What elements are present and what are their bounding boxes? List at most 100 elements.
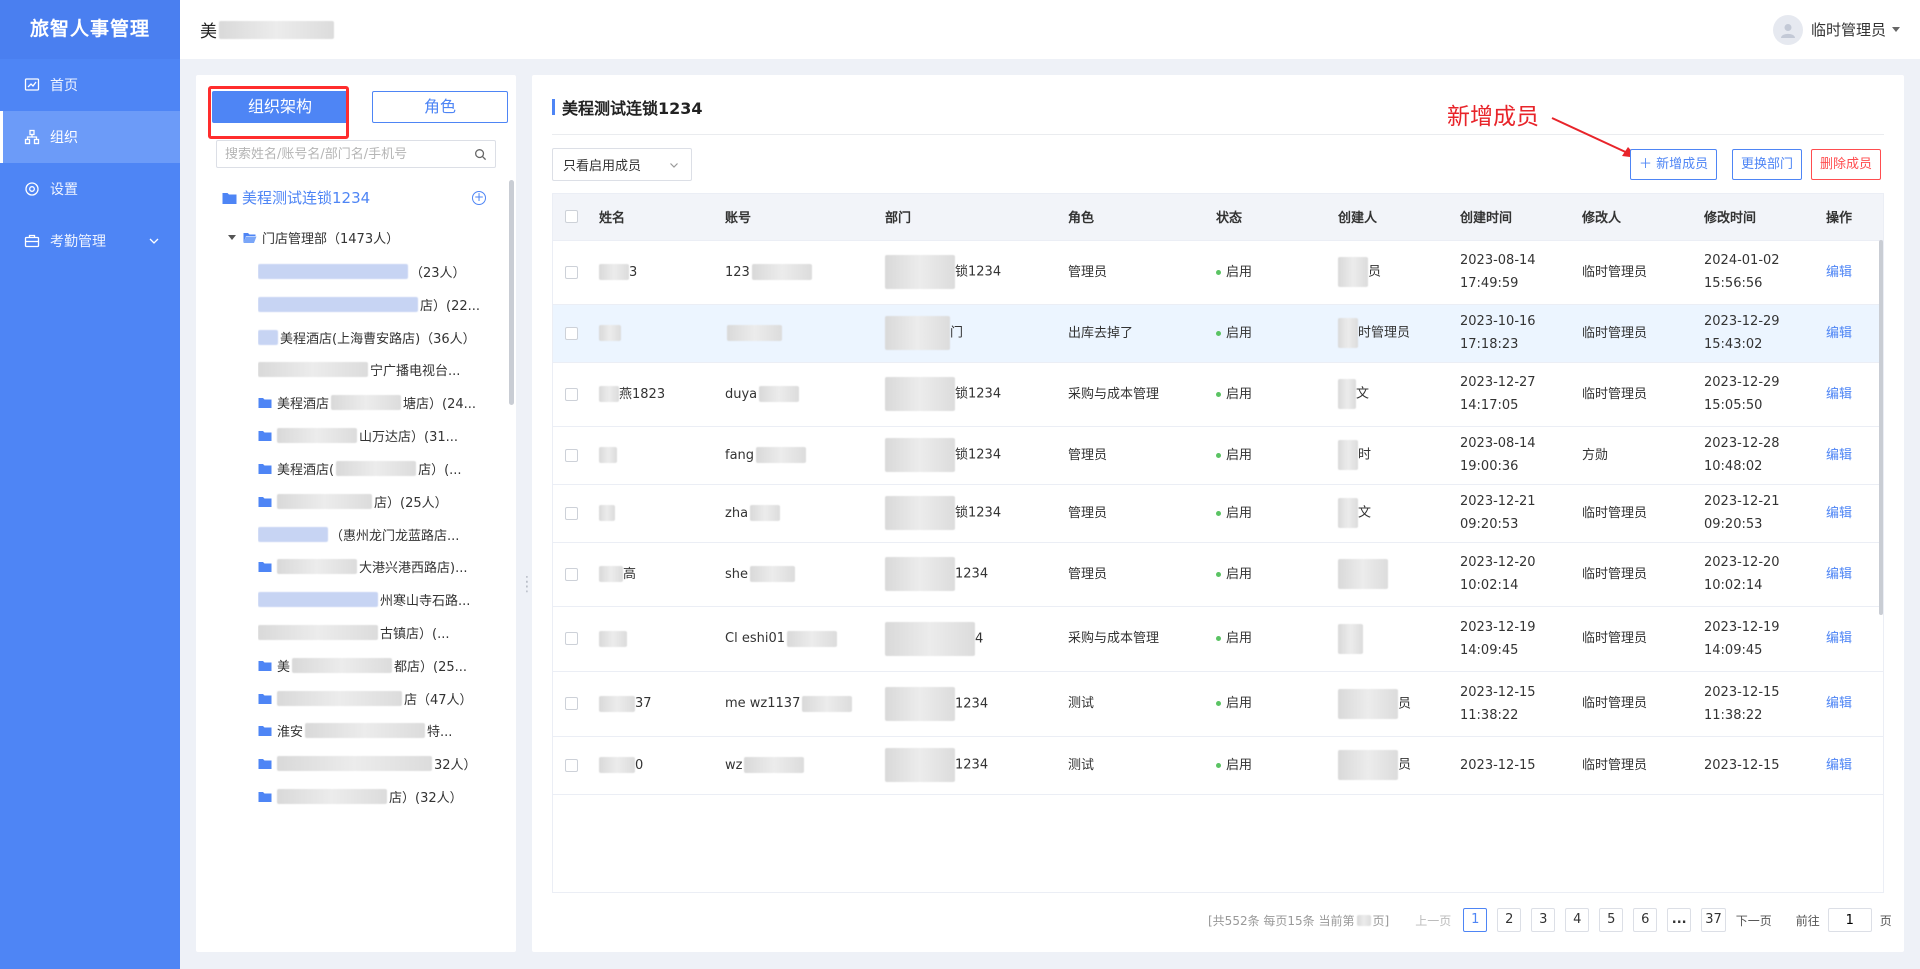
cell-action: 编辑 [1826,671,1883,737]
tree-leaf-8[interactable]: 店）(25人） [258,492,488,511]
cell-status: 启用 [1216,426,1338,485]
row-select-cell[interactable] [553,362,599,427]
tree-root-node[interactable]: 美程测试连锁1234 [222,187,370,208]
tree-leaf-7[interactable]: 美程酒店( 店）(... [258,459,488,478]
page-button-4[interactable]: 4 [1565,908,1590,932]
row-checkbox[interactable] [565,506,578,520]
folder-icon [258,496,272,507]
page-button-5[interactable]: 5 [1599,908,1624,932]
tree-leaf-label: 美程酒店 [277,397,330,412]
table-row[interactable]: zha 锁1234 管理员 启用文 2023-12-21 09:20:53 临时管理员 202… [553,484,1883,543]
row-checkbox[interactable] [565,758,578,772]
created-date: 2023-12-20 [1460,555,1536,570]
row-checkbox[interactable] [565,567,578,581]
header-select-all[interactable] [553,194,599,241]
edit-link[interactable]: 编辑 [1826,265,1852,280]
row-checkbox[interactable] [565,387,578,401]
tree-dept-node[interactable]: 门店管理部（1473人） [228,228,399,247]
resize-handle-icon[interactable]: ⋮ ⋮ [520,575,534,594]
tree-leaf-label: 古镇店）(... [380,627,450,642]
table-row[interactable]: 3 123 锁1234 管理员 启用 员 2023-08-14 17:49:59 临时管理员 20… [553,240,1883,305]
row-select-cell[interactable] [553,304,599,363]
user-menu[interactable]: 临时管理员 [1772,14,1900,45]
cell-modifier: 临时管理员 [1582,484,1704,543]
row-select-cell[interactable] [553,736,599,795]
tree-search[interactable] [216,140,496,168]
tree-leaf-11[interactable]: 州寒山寺石路... [258,590,488,609]
add-member-button[interactable]: ＋ 新增成员 [1630,149,1718,180]
page-button-last[interactable]: 37 [1701,908,1726,932]
tree-leaf-6[interactable]: 山万达店）(31... [258,426,488,445]
table-row[interactable]: Cl eshi01 4 采购与成本管理 启用 2023-12-19 14:09:45 临时管… [553,606,1883,672]
tab-roles[interactable]: 角色 [372,91,508,123]
row-checkbox[interactable] [565,326,578,340]
tree-leaf-14[interactable]: 店（47人） [258,689,488,708]
table-row[interactable]: 高 she 1234 管理员 启用 2023-12-20 10:02:14 临时管理员 2023… [553,542,1883,607]
edit-link[interactable]: 编辑 [1826,448,1852,463]
tree-leaf-12[interactable]: 古镇店）(... [258,623,488,642]
tree-leaf-10[interactable]: 大港兴港西路店)... [258,557,488,576]
sidebar-item-organization[interactable]: 组织 [0,111,180,163]
change-dept-button[interactable]: 更换部门 [1732,149,1803,180]
header-title: 美 [200,17,334,42]
edit-link[interactable]: 编辑 [1826,758,1852,773]
table-row[interactable]: 燕1823 duya 锁1234 采购与成本管理 启用 文 2023-12-27 14:17:… [553,362,1883,427]
table-row[interactable]: 37 me wz1137 1234 测试 启用员 2023-12-15 11:38:22 临时… [553,671,1883,737]
row-checkbox[interactable] [565,632,578,645]
edit-link[interactable]: 编辑 [1826,696,1852,711]
cell-name: 3 [599,240,725,305]
row-checkbox[interactable] [565,265,578,279]
page-button-1[interactable]: 1 [1463,908,1488,932]
row-select-cell[interactable] [553,671,599,737]
member-filter-select[interactable]: 只看启用成员 [552,148,692,181]
tree-leaf-17[interactable]: 店）(32人） [258,787,488,806]
row-select-cell[interactable] [553,542,599,607]
tree-leaf-13[interactable]: 美 都店）(25... [258,656,488,675]
cell-created-time: 2023-12-20 10:02:14 [1460,542,1582,607]
page-jump-input[interactable] [1827,908,1872,932]
delete-member-button[interactable]: 删除成员 [1811,149,1882,180]
edit-link[interactable]: 编辑 [1826,567,1852,582]
tree-leaf-3[interactable]: 美程酒店(上海曹安路店)（36人） [258,328,488,347]
edit-link[interactable]: 编辑 [1826,326,1852,341]
sidebar-item-home[interactable]: 首页 [0,59,180,111]
modified-date: 2023-12-21 [1704,494,1780,509]
table-row[interactable]: 门 出库去掉了 启用 时管理员 2023-10-16 17:18:23 临时管理员 2023-… [553,304,1883,363]
tree-leaf-5[interactable]: 美程酒店 塘店）(24... [258,393,488,412]
table-row[interactable]: fang 锁1234 管理员 启用 时 2023-08-14 19:00:36 方勋 2023-… [553,426,1883,485]
tree-search-input[interactable] [225,146,465,162]
cell-dept: 门 [885,304,1068,363]
add-dept-icon[interactable]: + [472,191,486,205]
page-button-3[interactable]: 3 [1531,908,1556,932]
row-checkbox[interactable] [565,448,578,462]
table-scrollbar[interactable] [1879,240,1883,615]
expand-caret-icon[interactable] [228,235,236,240]
edit-link[interactable]: 编辑 [1826,631,1852,646]
row-select-cell[interactable] [553,606,599,672]
table-row[interactable]: 0 wz 1234 测试 启用员 2023-12-15 临时管理员 2023-12-15 编辑 [553,736,1883,795]
tree-leaf-1[interactable]: （23人） [258,262,488,281]
tree-scrollbar[interactable] [509,180,514,405]
row-select-cell[interactable] [553,240,599,305]
edit-link[interactable]: 编辑 [1826,506,1852,521]
cell-role: 出库去掉了 [1068,304,1216,363]
edit-link[interactable]: 编辑 [1826,387,1852,402]
tree-leaf-15[interactable]: 淮安 特... [258,721,488,740]
tree-leaf-16[interactable]: 32人） [258,754,488,773]
tree-leaf-2[interactable]: 店）(22... [258,295,488,314]
tree-leaf-4[interactable]: 宁广播电视台... [258,360,488,379]
select-all-checkbox[interactable] [565,210,578,224]
tree-leaf-9[interactable]: （惠州龙门龙蓝路店... [258,525,488,544]
page-ellipsis-button[interactable]: ... [1667,908,1692,932]
prev-page-button[interactable]: 上一页 [1415,912,1451,929]
tab-org-structure[interactable]: 组织架构 [212,91,348,123]
row-select-cell[interactable] [553,484,599,543]
sidebar-item-attendance[interactable]: 考勤管理 [0,215,180,267]
sidebar-item-settings[interactable]: 设置 [0,163,180,215]
page-button-6[interactable]: 6 [1633,908,1658,932]
search-icon[interactable] [474,148,487,161]
next-page-button[interactable]: 下一页 [1736,912,1772,929]
row-checkbox[interactable] [565,697,578,710]
row-select-cell[interactable] [553,426,599,485]
page-button-2[interactable]: 2 [1497,908,1522,932]
